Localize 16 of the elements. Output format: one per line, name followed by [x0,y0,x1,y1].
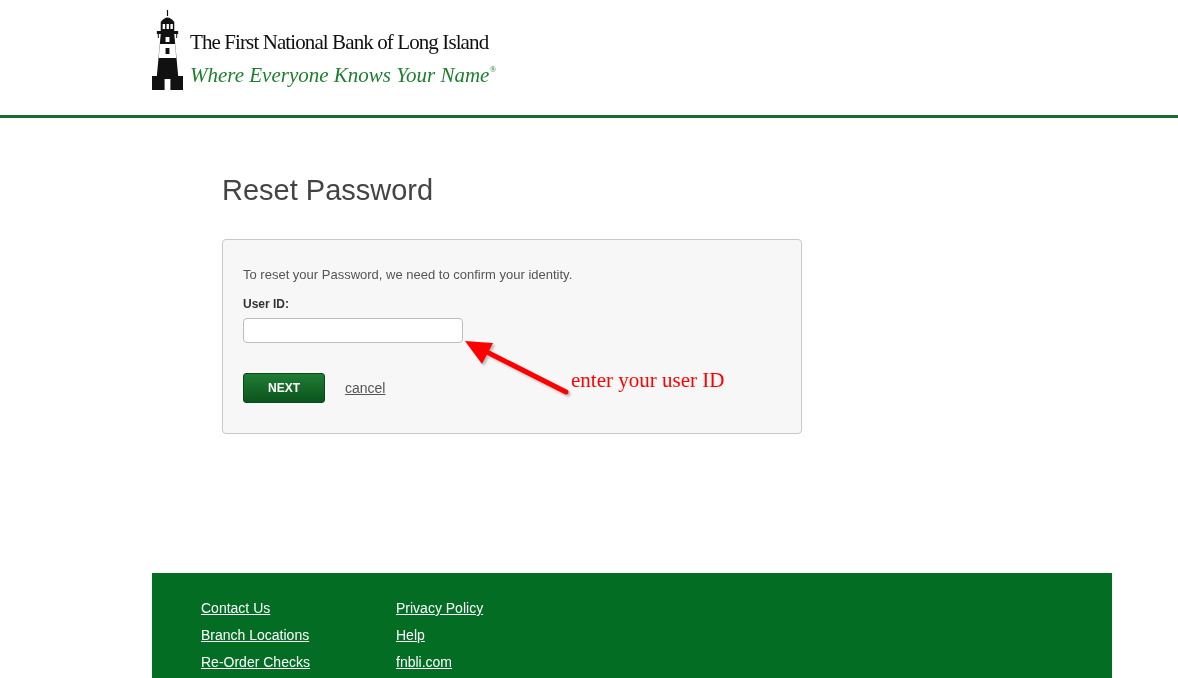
bank-name: The First National Bank of Long Island [190,30,489,54]
footer-link[interactable]: Branch Locations [201,622,310,649]
annotation-text: enter your user ID [571,368,725,392]
page-title: Reset Password [222,173,434,207]
user-id-field[interactable] [243,318,463,343]
footer-link[interactable]: Help [396,622,425,649]
cancel-link[interactable]: cancel [345,379,386,397]
footer-link[interactable]: Contact Us [201,595,271,622]
field-label: User ID: [243,296,289,312]
footer-link[interactable]: Privacy Policy [396,595,484,622]
next-button[interactable]: NEXT [243,373,325,403]
lighthouse-icon [152,10,183,90]
bank-tagline: Where Everyone Knows Your Name$^{®}$ [190,62,497,88]
footer-link[interactable]: fnbli.com [396,649,453,676]
footer-link[interactable]: Re-Order Checks [201,649,310,676]
intro-text: To reset your Password, we need to confirm your identity. [243,266,573,284]
